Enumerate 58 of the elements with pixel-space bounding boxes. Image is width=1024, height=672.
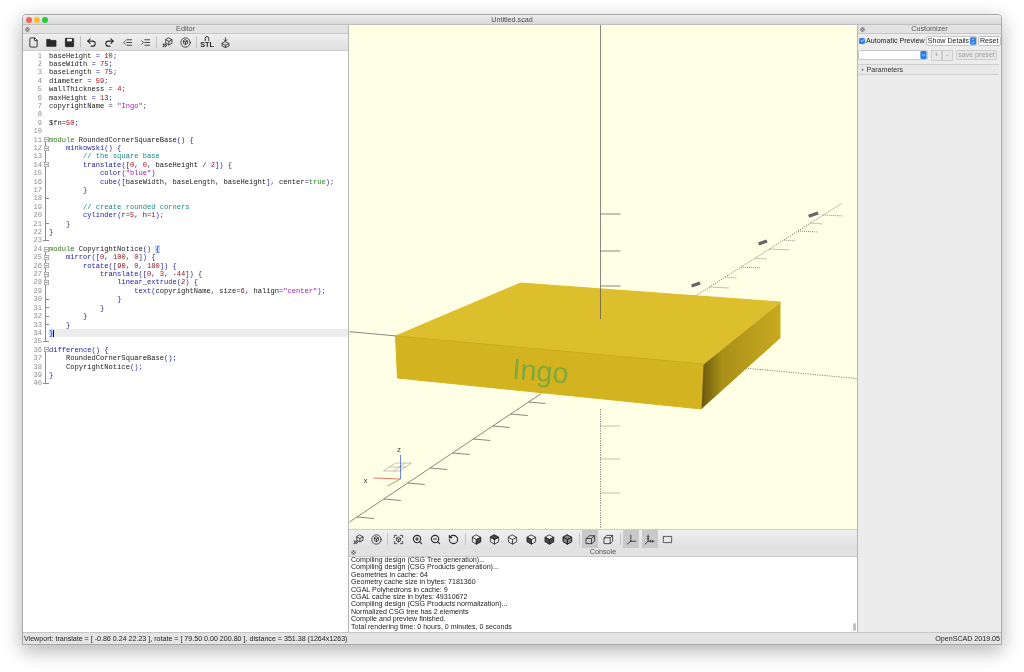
show-axes-button[interactable] (623, 530, 640, 548)
fold-marker-icon[interactable] (43, 162, 49, 168)
cube-chevrons-icon (161, 36, 173, 48)
outdent-icon (121, 36, 133, 48)
perspective-cube-icon (584, 533, 596, 545)
cube-chevrons-icon (352, 533, 364, 545)
chevron-down-icon (920, 51, 927, 59)
preset-select[interactable] (858, 50, 928, 60)
file-icon (27, 36, 39, 48)
indent-icon (139, 36, 151, 48)
fold-marker-icon[interactable] (43, 145, 49, 151)
close-icon[interactable] (25, 26, 30, 32)
cube-icon (525, 533, 537, 545)
chevron-updown-icon (969, 36, 976, 45)
fold-marker-icon[interactable] (43, 137, 49, 143)
fold-marker-icon[interactable] (43, 271, 49, 277)
axes-ticks-icon (644, 533, 656, 545)
show-scale-markers-button[interactable] (641, 530, 658, 548)
preview-button[interactable] (159, 34, 175, 50)
axis-label: z (397, 445, 401, 454)
fold-marker-icon[interactable] (43, 246, 49, 252)
save-icon (63, 36, 75, 48)
axes-icon (625, 533, 637, 545)
zoom-out-icon (430, 533, 441, 545)
cube-circle-icon (370, 533, 382, 545)
render-button[interactable] (177, 34, 193, 50)
rotate-icon (448, 533, 460, 545)
fold-marker-icon[interactable] (43, 254, 49, 260)
cube-icon (489, 533, 501, 545)
cube-circle-icon (179, 36, 191, 48)
model-text: Ingo (511, 352, 571, 390)
undo-icon (85, 36, 97, 48)
close-icon[interactable] (860, 26, 865, 32)
cube-icon (507, 533, 519, 545)
cube-arrow-icon (219, 36, 231, 48)
cube-icon (544, 533, 556, 545)
redo-icon (103, 36, 115, 48)
perspective-button[interactable] (582, 530, 599, 548)
corner-brackets-icon (393, 533, 405, 545)
window-close-button[interactable] (26, 16, 32, 23)
cube-icon (562, 533, 574, 545)
viewport-canvas[interactable]: Ingo z x (349, 25, 857, 529)
axis-indicator (373, 454, 412, 487)
arch-icon (204, 35, 210, 41)
fold-marker-icon[interactable] (43, 280, 49, 286)
zoom-in-icon (411, 533, 423, 545)
folder-icon (45, 36, 57, 48)
close-icon[interactable] (351, 549, 356, 555)
axis-label: x (363, 476, 368, 485)
dashed-square-icon (662, 533, 674, 545)
text-cursor (53, 329, 55, 337)
cube-icon (470, 533, 482, 545)
scrollbar-thumb[interactable] (852, 623, 856, 631)
fold-marker-icon[interactable] (43, 347, 49, 353)
check-icon (859, 38, 865, 43)
fold-marker-icon[interactable] (43, 263, 49, 269)
cube-outline-icon (603, 533, 615, 545)
auto-preview-checkbox[interactable] (859, 37, 865, 44)
